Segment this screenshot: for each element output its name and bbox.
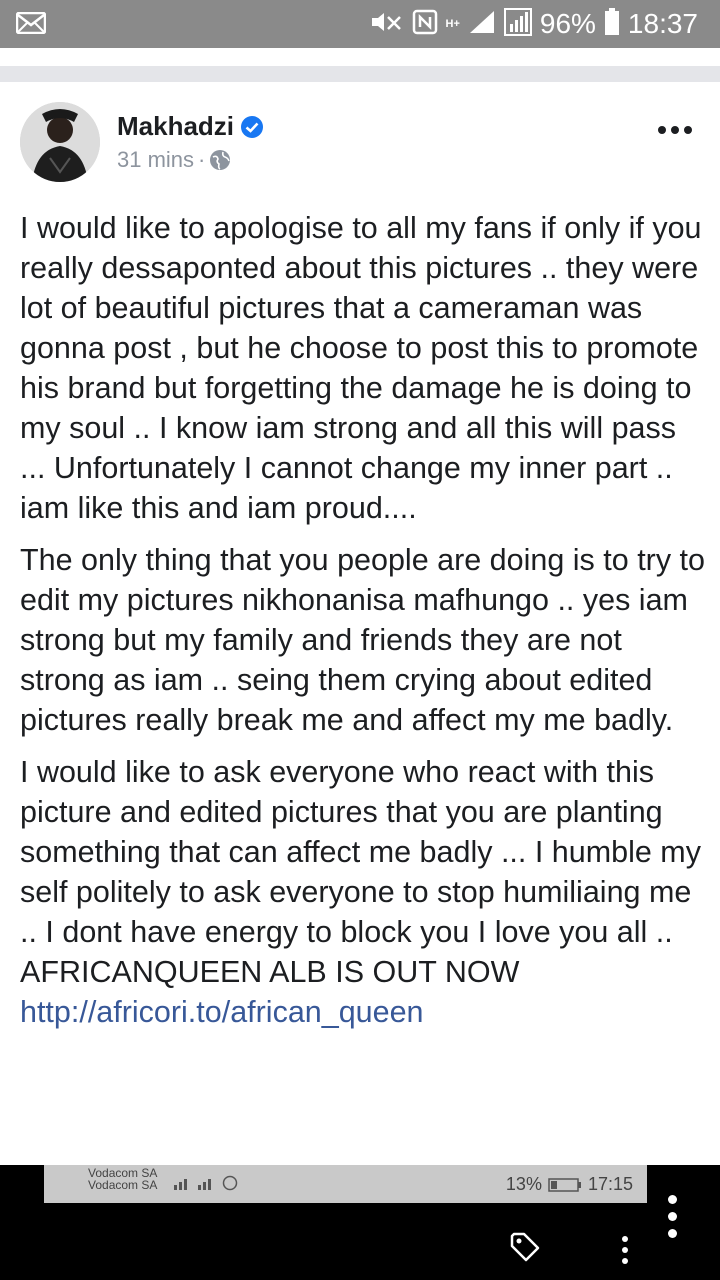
- avatar[interactable]: [20, 102, 100, 182]
- top-spacer: [0, 48, 720, 66]
- embedded-signal-icon: [172, 1175, 242, 1194]
- author-name[interactable]: Makhadzi: [117, 111, 234, 142]
- more-icon[interactable]: [653, 126, 692, 134]
- post-body: I would like to apologise to all my fans…: [20, 208, 708, 1032]
- embedded-battery-icon: [548, 1177, 581, 1192]
- post-paragraph: I would like to apologise to all my fans…: [20, 211, 702, 525]
- nfc-icon: [412, 9, 438, 40]
- embedded-clock: 17:15: [587, 1174, 633, 1194]
- post-meta: 31 mins ·: [117, 147, 231, 173]
- signal-icon: [468, 9, 496, 40]
- post-link[interactable]: http://africori.to/african_queen: [20, 992, 708, 1032]
- kebab-icon-small[interactable]: [622, 1236, 628, 1269]
- post-author[interactable]: Makhadzi: [117, 111, 264, 142]
- kebab-icon[interactable]: [668, 1195, 677, 1246]
- feed-separator: [0, 66, 720, 82]
- status-bar: H+ 96% 18:37: [0, 0, 720, 48]
- battery-percent: 96%: [539, 8, 596, 39]
- post-timestamp[interactable]: 31 mins: [117, 147, 194, 173]
- network-type: H+: [445, 18, 460, 30]
- embedded-status-bar: Vodacom SA Vodacom SA 13% 17:15: [44, 1165, 647, 1203]
- battery-icon: [604, 7, 620, 41]
- meta-separator: ·: [198, 147, 206, 172]
- verified-icon: [241, 115, 264, 138]
- clock: 18:37: [627, 8, 698, 39]
- carrier-2: Vodacom SA: [88, 1178, 158, 1192]
- globe-icon: [210, 150, 231, 170]
- mail-icon: [15, 11, 47, 39]
- mute-icon: [370, 9, 404, 40]
- post-paragraph: The only thing that you people are doing…: [20, 543, 705, 737]
- signal-icon-2: [503, 7, 532, 41]
- embedded-battery-percent: 13%: [505, 1174, 542, 1194]
- post-paragraph: I would like to ask everyone who react w…: [20, 755, 701, 989]
- tag-icon[interactable]: [508, 1230, 542, 1264]
